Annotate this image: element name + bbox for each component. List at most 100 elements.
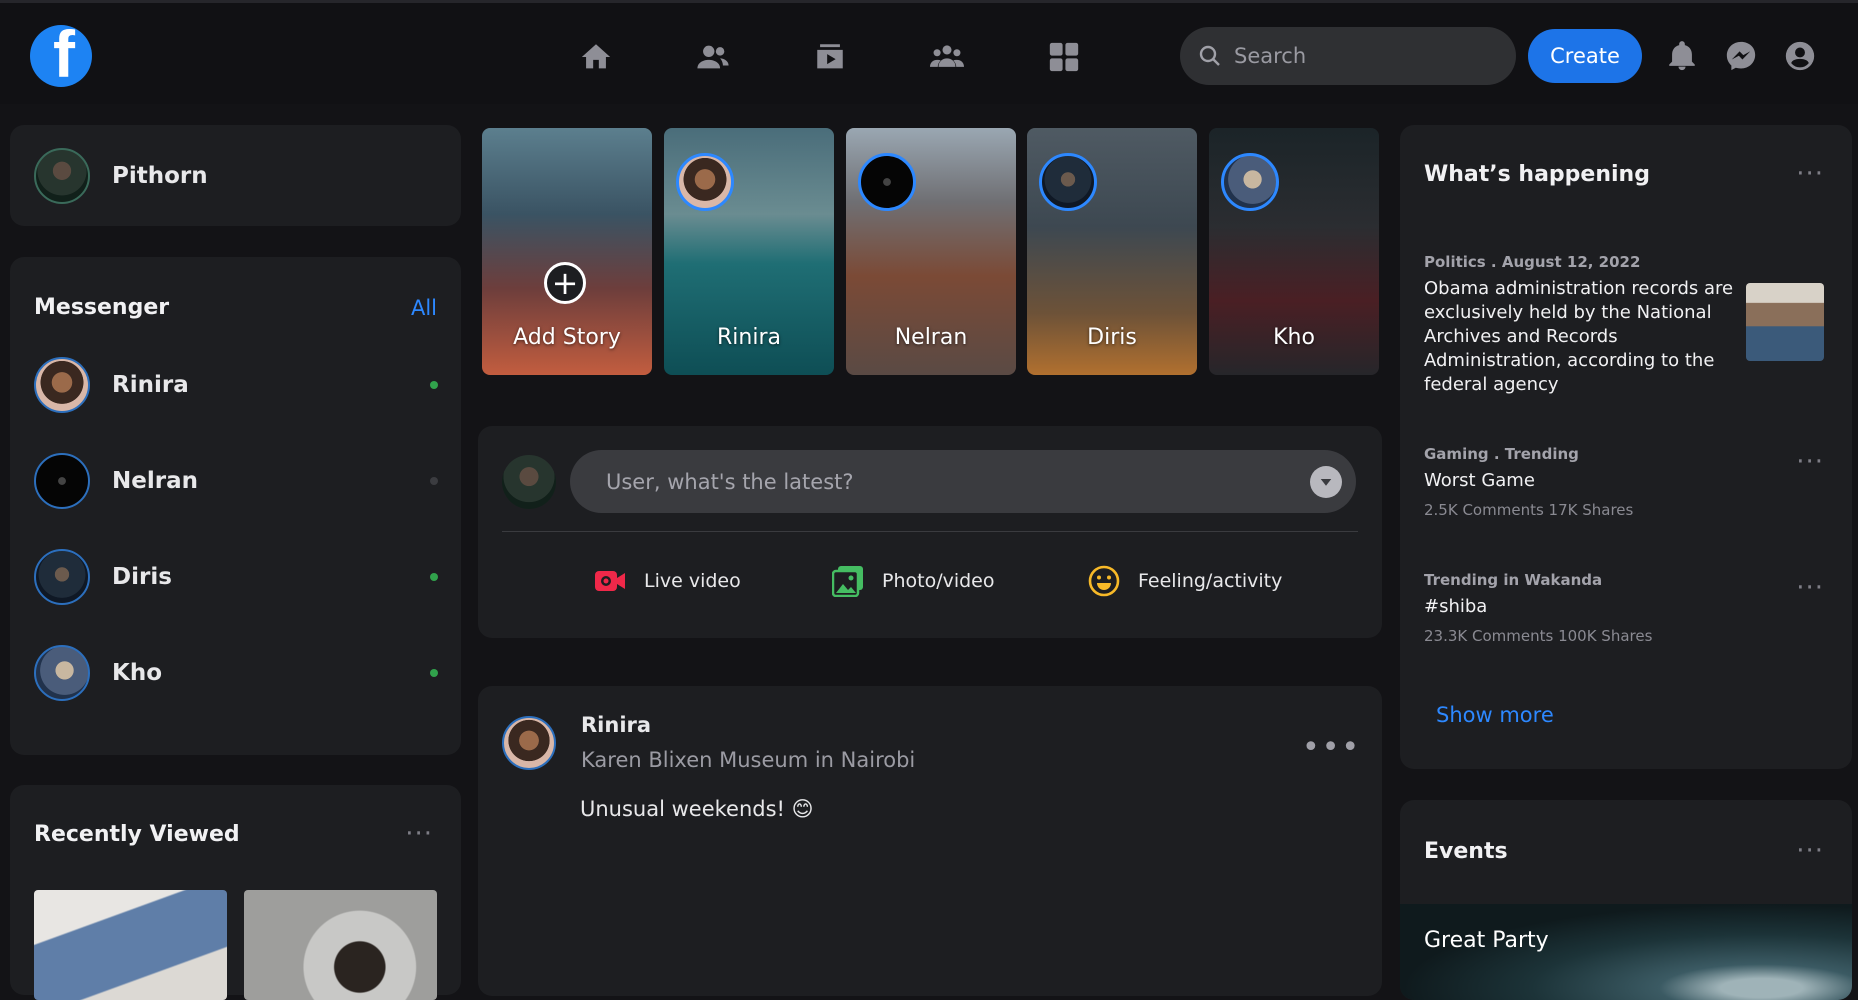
contact-rinira[interactable]: Rinira <box>34 355 438 415</box>
contact-name: Kho <box>112 660 162 686</box>
contact-name: Diris <box>112 564 172 590</box>
top-bar: f Create <box>0 0 1858 104</box>
chevron-down-icon[interactable] <box>1310 466 1342 498</box>
show-more-link[interactable]: Show more <box>1436 703 1554 727</box>
photo-video-label: Photo/video <box>882 570 995 592</box>
messenger-card: Messenger All Rinira Nelran Diris Kho <box>10 257 461 755</box>
contact-nelran[interactable]: Nelran <box>34 451 438 511</box>
trend-item[interactable]: Politics . August 12, 2022 Obama adminis… <box>1424 253 1824 397</box>
messenger-icon[interactable] <box>1722 37 1760 75</box>
search-icon <box>1199 45 1220 66</box>
recently-viewed-title: Recently Viewed <box>34 821 240 847</box>
story-card[interactable]: Rinira <box>664 128 834 375</box>
facebook-logo[interactable]: f <box>30 25 92 87</box>
more-options-icon[interactable]: ··· <box>1796 449 1824 475</box>
avatar <box>34 147 90 204</box>
live-video-label: Live video <box>644 570 741 592</box>
search-input[interactable] <box>1234 44 1504 68</box>
friends-icon[interactable] <box>693 37 733 77</box>
recently-viewed-card: Recently Viewed ··· <box>10 785 461 1000</box>
messenger-all-link[interactable]: All <box>411 296 437 320</box>
post-input[interactable]: User, what's the latest? <box>570 450 1356 513</box>
more-options-icon[interactable]: ··· <box>1796 838 1824 864</box>
contact-kho[interactable]: Kho <box>34 643 438 703</box>
contact-name: Nelran <box>112 468 198 494</box>
story-label: Add Story <box>513 325 621 350</box>
more-options-icon[interactable]: ··· <box>405 821 433 847</box>
groups-icon[interactable] <box>927 37 967 77</box>
avatar <box>34 357 90 413</box>
trend-category: Politics . August 12, 2022 <box>1424 253 1641 271</box>
trend-category: Trending in Wakanda <box>1424 571 1603 589</box>
avatar[interactable] <box>502 716 556 770</box>
trend-category: Gaming . Trending <box>1424 445 1579 463</box>
home-icon[interactable] <box>576 37 616 77</box>
trend-title: #shiba <box>1424 596 1488 617</box>
post-text: Unusual weekends! 😊 <box>580 797 814 821</box>
trend-item[interactable]: Trending in Wakanda #shiba 23.3K Comment… <box>1424 571 1824 645</box>
recent-item-image[interactable] <box>34 890 227 1000</box>
photo-icon <box>832 566 863 597</box>
offline-status-dot <box>430 477 438 485</box>
apps-icon[interactable] <box>1044 37 1084 77</box>
more-options-icon[interactable]: ··· <box>1796 575 1824 601</box>
online-status-dot <box>430 669 438 677</box>
photo-video-button[interactable]: Photo/video <box>832 564 995 598</box>
feeling-icon <box>1088 565 1120 597</box>
events-card: Events ··· Great Party <box>1400 800 1852 1000</box>
feeling-activity-label: Feeling/activity <box>1138 570 1283 592</box>
whats-happening-title: What’s happening <box>1424 161 1650 187</box>
avatar <box>858 153 916 211</box>
avatar <box>34 645 90 701</box>
trend-item[interactable]: Gaming . Trending Worst Game 2.5K Commen… <box>1424 445 1824 519</box>
story-label: Rinira <box>717 325 781 350</box>
trend-stats: 23.3K Comments 100K Shares <box>1424 627 1653 645</box>
avatar <box>502 455 556 509</box>
whats-happening-card: What’s happening ··· Politics . August 1… <box>1400 125 1852 769</box>
profile-name: Pithorn <box>112 162 208 189</box>
post-location[interactable]: Karen Blixen Museum in Nairobi <box>581 748 915 772</box>
contact-diris[interactable]: Diris <box>34 547 438 607</box>
search-bar[interactable] <box>1180 27 1516 85</box>
avatar <box>1039 153 1097 211</box>
event-title[interactable]: Great Party <box>1424 928 1549 953</box>
trend-title: Obama administration records are exclusi… <box>1424 278 1734 395</box>
recent-item-image[interactable] <box>244 890 437 1000</box>
profile-card[interactable]: Pithorn <box>10 125 461 226</box>
divider <box>502 531 1358 532</box>
trend-thumbnail[interactable] <box>1746 283 1824 361</box>
watch-icon[interactable] <box>810 37 850 77</box>
story-label: Kho <box>1273 325 1315 350</box>
post-composer: User, what's the latest? Live video Phot… <box>478 426 1382 638</box>
story-label: Nelran <box>894 325 968 350</box>
trend-stats: 2.5K Comments 17K Shares <box>1424 501 1634 519</box>
bell-icon[interactable] <box>1663 37 1701 75</box>
story-card[interactable]: Kho <box>1209 128 1379 375</box>
online-status-dot <box>430 381 438 389</box>
post-input-placeholder: User, what's the latest? <box>606 469 854 494</box>
story-label: Diris <box>1087 325 1137 350</box>
online-status-dot <box>430 573 438 581</box>
avatar <box>676 153 734 211</box>
events-title: Events <box>1424 838 1508 864</box>
add-story-card[interactable]: + Add Story <box>482 128 652 375</box>
messenger-title: Messenger <box>34 295 170 320</box>
post-options-icon[interactable]: ••• <box>1302 730 1361 765</box>
post-author[interactable]: Rinira <box>581 713 651 737</box>
account-icon[interactable] <box>1781 37 1819 75</box>
story-card[interactable]: Nelran <box>846 128 1016 375</box>
avatar <box>34 549 90 605</box>
story-card[interactable]: Diris <box>1027 128 1197 375</box>
live-video-icon <box>595 571 625 591</box>
contact-name: Rinira <box>112 372 189 398</box>
create-button[interactable]: Create <box>1528 29 1642 83</box>
avatar <box>34 453 90 509</box>
live-video-button[interactable]: Live video <box>594 564 741 598</box>
more-options-icon[interactable]: ··· <box>1796 161 1824 187</box>
feed-post: Rinira Karen Blixen Museum in Nairobi ••… <box>478 686 1382 996</box>
avatar <box>1221 153 1279 211</box>
plus-icon[interactable]: + <box>544 262 586 304</box>
trend-title: Worst Game <box>1424 470 1535 491</box>
feeling-activity-button[interactable]: Feeling/activity <box>1088 564 1282 598</box>
logo-letter: f <box>53 25 75 87</box>
